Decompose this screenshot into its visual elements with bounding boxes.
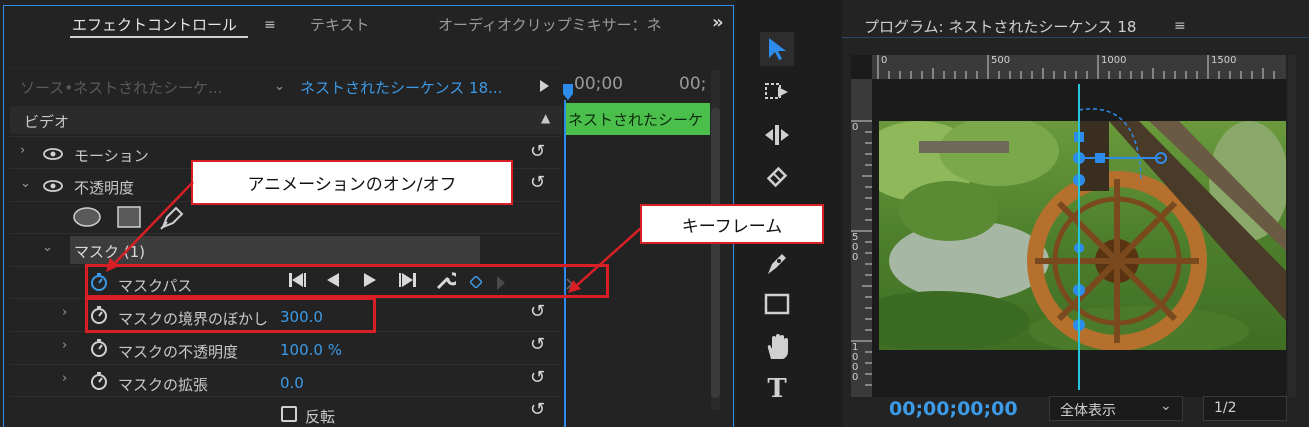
ruler-label: 1500 [1211,55,1237,66]
playhead-timecode[interactable]: 00;00;00;00 [889,398,1018,420]
scrollbar-thumb[interactable] [711,108,720,398]
reset-icon[interactable]: ↺ [530,143,545,161]
zoom-value: 全体表示 [1060,403,1116,419]
panel-menu-icon[interactable]: ≡ [264,17,276,33]
ripple-edit-tool[interactable] [760,118,794,152]
tab-text[interactable]: テキスト [310,14,370,35]
reset-icon[interactable]: ↺ [530,336,545,354]
ripple-edit-icon [765,125,789,145]
type-icon: T [767,374,787,404]
tab-audio-clip-mixer[interactable]: オーディオクリップミキサー：ネ [438,14,702,35]
tab-effect-controls[interactable]: エフェクトコントロール [72,14,237,35]
eye-icon[interactable] [43,148,63,160]
annotation-keyframe: キーフレーム [640,204,824,244]
mask-expansion-label: マスクの拡張 [118,376,209,394]
program-monitor-panel: プログラム: ネストされたシーケンス 18 ≡ 0 500 1000 1500 [842,0,1309,427]
reset-icon[interactable]: ↺ [530,174,545,192]
ellipse-mask-icon[interactable] [72,206,102,228]
clip-label: ネストされたシーケ [568,111,704,129]
stopwatch-icon[interactable] [90,339,108,357]
mask-expansion-value[interactable]: 0.0 [280,374,304,392]
ruler-label: 1000 [1101,55,1127,66]
sequence-selector[interactable]: ネストされたシーケンス 18... [300,77,502,98]
chevron-down-icon: ⌄ [1160,398,1172,414]
inverted-checkbox[interactable] [281,406,297,422]
mask-opacity-label: マスクの不透明度 [118,343,239,361]
selection-arrow-icon [769,38,786,60]
source-label: ソース•ネストされたシーケ... [20,79,223,97]
mask-overlay[interactable] [879,80,1286,380]
timecode-end: 00; [679,74,707,94]
motion-label[interactable]: モーション [74,145,149,166]
section-video-label: ビデオ [24,113,70,131]
expand-chevron-icon[interactable]: ⌄ [20,176,31,191]
active-tab-underline [70,36,248,38]
pen-tool[interactable] [760,246,794,280]
type-tool[interactable]: T [760,372,794,406]
mask-label[interactable]: マスク (1) [74,241,145,262]
opacity-label[interactable]: 不透明度 [74,177,134,198]
play-only-icon[interactable] [539,80,549,92]
ruler-label: 1000 [852,342,859,383]
guide-line[interactable] [1078,84,1080,390]
track-select-icon [765,83,788,99]
resolution-value: 1/2 [1214,400,1237,416]
ruler-label: 0 [881,55,888,66]
zoom-dropdown[interactable]: 全体表示 ⌄ [1049,396,1183,421]
monitor-scrollbar[interactable] [1288,55,1296,397]
highlight-mask-path-row [85,264,609,298]
video-section-header[interactable] [10,106,562,134]
expand-chevron-icon[interactable]: › [62,338,67,353]
mask-opacity-value[interactable]: 100.0 % [280,341,342,359]
rectangle-tool[interactable] [760,287,794,321]
expand-chevron-icon[interactable]: › [62,371,67,386]
overflow-icon[interactable]: » [712,12,724,33]
hand-icon [767,334,788,359]
hand-tool[interactable] [760,330,794,364]
reset-icon[interactable]: ↺ [530,401,545,419]
program-monitor-title[interactable]: プログラム: ネストされたシーケンス 18 [864,16,1136,37]
timecode-start: 00;00 [574,74,623,94]
selection-tool[interactable] [760,32,794,66]
effect-controls-panel: エフェクトコントロール ≡ テキスト オーディオクリップミキサー：ネ » ソース… [0,0,735,427]
expand-chevron-icon[interactable]: › [20,143,25,158]
rectangle-icon [764,293,790,315]
panel-menu-icon[interactable]: ≡ [1174,18,1186,34]
razor-icon [766,166,788,188]
reset-icon[interactable]: ↺ [530,369,545,387]
ruler-label: 500 [991,55,1011,66]
annotation-animation-toggle: アニメーションのオン/オフ [191,160,513,205]
resolution-dropdown[interactable]: 1/2 [1203,396,1287,421]
top-ruler: 0 500 1000 1500 [872,55,1286,79]
eye-icon[interactable] [43,180,63,192]
ruler-label: 0 [852,122,859,133]
time-ruler[interactable]: 00;00 00; [566,70,714,100]
reset-icon[interactable]: ↺ [530,303,545,321]
pen-mask-icon[interactable] [158,205,186,231]
left-ruler: 0 500 1000 [851,79,872,397]
ruler-label: 500 [852,232,859,263]
rectangle-mask-icon[interactable] [116,206,142,228]
track-select-tool[interactable] [760,75,794,109]
razor-tool[interactable] [760,160,794,194]
inverted-label: 反転 [305,408,336,426]
collapse-icon[interactable]: ▲ [541,111,550,125]
expand-chevron-icon[interactable]: ⌄ [42,240,53,255]
pen-icon [768,254,786,274]
chevron-down-icon[interactable]: ⌄ [274,79,285,94]
stopwatch-icon[interactable] [90,372,108,390]
expand-chevron-icon[interactable]: › [62,305,67,320]
highlight-feather-row [85,297,376,333]
clip-bar[interactable]: ネストされたシーケ [566,103,710,135]
